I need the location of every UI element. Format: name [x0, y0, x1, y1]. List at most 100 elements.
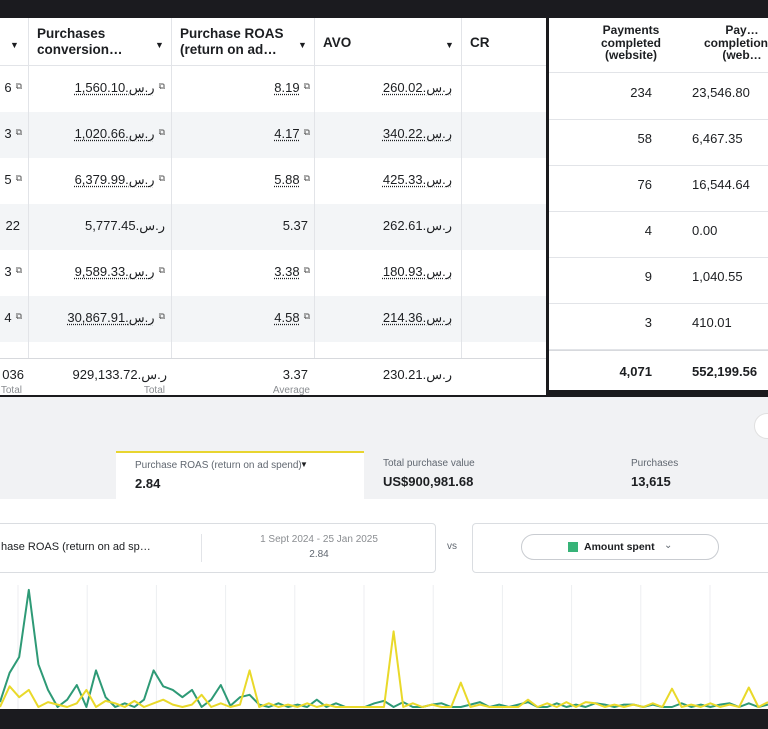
payments-table-panel: Payments completed (website) Pay… comple… — [549, 18, 768, 390]
cell-payment-completion-value: 410.01 — [692, 315, 732, 330]
ads-table-panel: ▼ Purchases conversion… ▼ Purchase ROAS … — [0, 18, 546, 395]
total-payments: 4,071 — [619, 364, 652, 379]
cell-purchase-roas-text: 4.58 — [274, 310, 300, 325]
info-icon[interactable]: ⧉ — [159, 265, 165, 275]
info-icon[interactable]: ⧉ — [159, 311, 165, 321]
total-purchases-conversion: 929,133.72.ر.س — [72, 367, 167, 382]
info-icon[interactable]: ⧉ — [159, 173, 165, 183]
cell-avo-text: 214.36.ر.س — [382, 310, 452, 325]
table-row: 58 6,467.35 — [549, 119, 768, 166]
info-icon[interactable]: ⧉ — [304, 265, 310, 275]
performance-chart-panel: hase ROAS (return on ad sp… 1 Sept 2024 … — [0, 499, 768, 709]
cell-results: 3 ⧉ — [4, 126, 22, 141]
cell-avo-text: 260.02.ر.س — [382, 80, 452, 95]
metric-label: Purchases — [631, 458, 679, 469]
cell-avo-text: 262.61.ر.س — [382, 218, 452, 233]
cell-purchase-roas-text: 4.17 — [274, 126, 300, 141]
table-footer-totals: 036 Total 929,133.72.ر.س Total 3.37 Aver… — [0, 358, 546, 395]
cell-results: 22 — [6, 218, 20, 233]
col-header-payments-completed[interactable]: Payments completed (website) — [581, 24, 681, 62]
cell-purchases-conversion-text: 9,589.33.ر.س — [74, 264, 155, 279]
cell-purchase-roas: 4.17 ⧉ — [274, 126, 310, 141]
info-icon[interactable]: ⧉ — [16, 127, 22, 137]
col-header-purchases-conversion[interactable]: Purchases conversion… ▼ — [29, 18, 171, 66]
col-header-payment-completion-value[interactable]: Pay… completion… (web… — [692, 24, 768, 62]
cell-purchases-conversion: 5,777.45.ر.س — [85, 218, 165, 234]
cell-avo: 425.33.ر.س — [383, 172, 452, 188]
info-icon[interactable]: ⧉ — [304, 81, 310, 91]
info-icon[interactable]: ⧉ — [304, 173, 310, 183]
cell-results-text: 5 — [4, 172, 12, 187]
cell-payments-completed: 4 — [644, 223, 652, 238]
cell-avo: 214.36.ر.س — [383, 310, 452, 326]
info-icon[interactable]: ⧉ — [16, 265, 22, 275]
payments-table-footer: 4,071 552,199.56 — [549, 350, 768, 390]
cell-purchase-roas-text: 8.19 — [274, 80, 300, 95]
cell-purchase-roas: 3.38 ⧉ — [274, 264, 310, 279]
cell-purchase-roas: 4.58 ⧉ — [274, 310, 310, 325]
info-icon[interactable]: ⧉ — [16, 81, 22, 91]
chevron-down-icon[interactable]: ▼ — [10, 40, 19, 50]
table-row: 3 ⧉ 9,589.33.ر.س ⧉ 3.38 ⧉ 180.93.ر.س — [0, 250, 546, 296]
cell-purchase-roas: 8.19 ⧉ — [274, 80, 310, 95]
cell-payments-completed: 9 — [644, 269, 652, 284]
table-row: 5 ⧉ 6,379.99.ر.س ⧉ 5.88 ⧉ 425.33.ر.س — [0, 158, 546, 204]
cell-avo: 260.02.ر.س — [383, 80, 452, 96]
info-icon[interactable]: ⧉ — [159, 127, 165, 137]
cell-payment-completion-value: 16,544.64 — [692, 177, 750, 192]
table-row: 9 1,040.55 — [549, 257, 768, 304]
cell-results-text: 3 — [4, 126, 12, 141]
cell-purchases-conversion-text: 1,560.10.ر.س — [74, 80, 155, 95]
column-divider — [461, 18, 462, 395]
info-icon[interactable]: ⧉ — [16, 173, 22, 183]
metric-card-purchase-roas[interactable]: Purchase ROAS (return on ad spend) ▼ 2.8… — [116, 451, 364, 499]
col-header-results[interactable]: ▼ — [0, 18, 28, 66]
cell-payment-completion-value: 6,467.35 — [692, 131, 743, 146]
cell-results-text: 3 — [4, 264, 12, 279]
cell-avo-text: 425.33.ر.س — [382, 172, 452, 187]
info-icon[interactable]: ⧉ — [159, 81, 165, 91]
total-label: Total — [143, 385, 165, 395]
col-header-label: AVO — [323, 35, 352, 50]
cell-purchases-conversion-text: 5,777.45.ر.س — [85, 218, 165, 233]
cell-payment-completion-value: 0.00 — [692, 223, 718, 238]
cell-purchase-roas-text: 5.88 — [274, 172, 300, 187]
chevron-down-icon[interactable]: ▼ — [298, 40, 307, 50]
cell-payments-completed: 76 — [637, 177, 652, 192]
cell-purchases-conversion: 30,867.91.ر.س ⧉ — [67, 310, 165, 326]
cell-purchases-conversion: 1,560.10.ر.س ⧉ — [75, 80, 165, 96]
info-icon[interactable]: ⧉ — [304, 127, 310, 137]
cell-purchases-conversion: 6,379.99.ر.س ⧉ — [75, 172, 165, 188]
metric-card-purchases[interactable]: Purchases 13,615 — [631, 456, 731, 496]
cell-purchase-roas: 5.37 — [283, 218, 308, 233]
cell-results-text: 6 — [4, 80, 12, 95]
metric-card-total-purchase-value[interactable]: Total purchase value US$900,981.68 — [383, 456, 523, 496]
chevron-down-icon[interactable]: ▼ — [445, 40, 454, 50]
metric-value: 2.84 — [135, 476, 161, 491]
cell-payment-completion-value: 1,040.55 — [692, 269, 743, 284]
screenshot-stage: ▼ Purchases conversion… ▼ Purchase ROAS … — [0, 0, 768, 729]
cell-results: 4 ⧉ — [4, 310, 22, 325]
info-icon[interactable]: ⧉ — [16, 311, 22, 321]
info-icon[interactable]: ⧉ — [304, 311, 310, 321]
cell-purchases-conversion: 1,020.66.ر.س ⧉ — [75, 126, 165, 142]
series-line-amount-spent — [0, 630, 768, 708]
top-dark-strip — [0, 0, 768, 18]
column-divider — [314, 18, 315, 395]
cell-payments-completed: 3 — [644, 315, 652, 330]
col-header-purchase-roas[interactable]: Purchase ROAS (return on ad… ▼ — [172, 18, 314, 66]
col-header-cr[interactable]: CR — [462, 18, 546, 66]
col-header-avo[interactable]: AVO ▼ — [315, 18, 461, 66]
total-payment-value: 552,199.56 — [692, 364, 758, 379]
cell-results-text: 22 — [5, 218, 20, 233]
chevron-down-icon[interactable]: ▼ — [300, 460, 308, 469]
cell-payment-completion-value: 23,546.80 — [692, 85, 750, 100]
table-row: 4 ⧉ 30,867.91.ر.س ⧉ 4.58 ⧉ 214.36.ر.س — [0, 296, 546, 342]
metric-value: US$900,981.68 — [383, 474, 474, 489]
cell-results-text: 4 — [4, 310, 12, 325]
series-line-purchase-roas — [0, 588, 768, 708]
cell-avo: 262.61.ر.س — [383, 218, 452, 234]
chevron-down-icon[interactable]: ▼ — [155, 40, 164, 50]
col-header-label: CR — [470, 35, 490, 50]
cell-avo-text: 180.93.ر.س — [382, 264, 452, 279]
